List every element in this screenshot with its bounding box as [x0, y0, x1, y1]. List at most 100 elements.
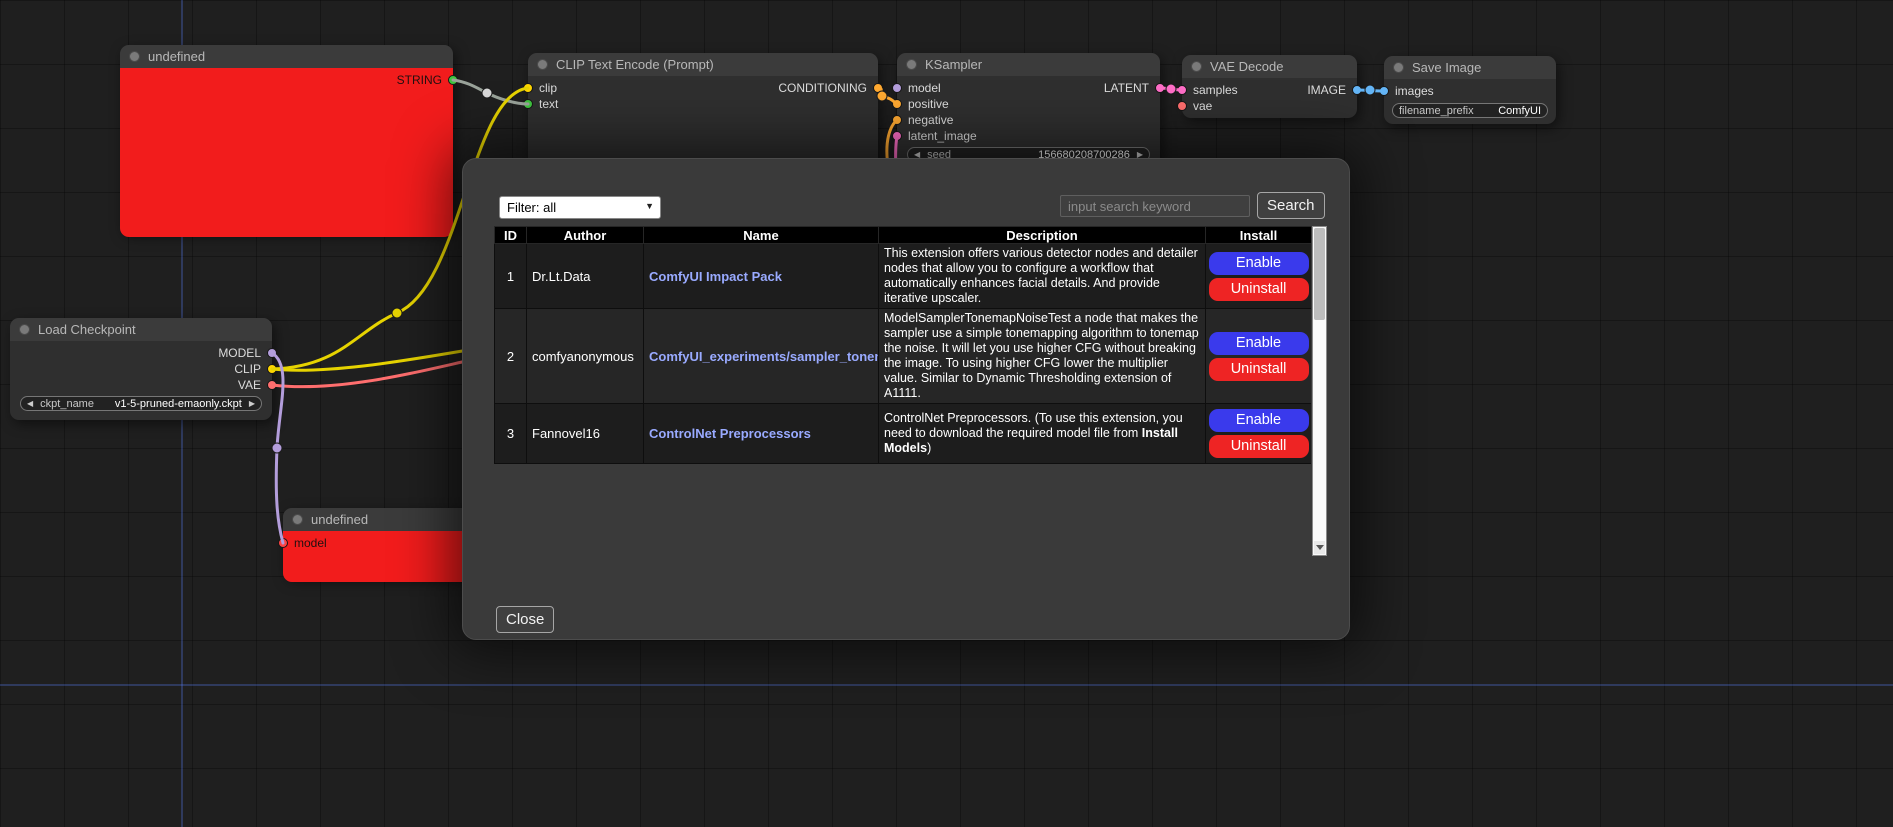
extensions-table: IDAuthorNameDescriptionInstall 1Dr.Lt.Da…	[494, 226, 1311, 556]
collapse-dot-icon[interactable]	[129, 51, 140, 62]
node-title-bar[interactable]: KSampler	[897, 53, 1160, 76]
node-title-bar[interactable]: VAE Decode	[1182, 55, 1357, 78]
node-title: KSampler	[925, 57, 982, 72]
cell-description: This extension offers various detector n…	[879, 244, 1206, 309]
collapse-dot-icon[interactable]	[19, 324, 30, 335]
cell-install: Enable Uninstall	[1206, 244, 1312, 309]
output-port-latent[interactable]	[1155, 83, 1165, 93]
enable-button[interactable]: Enable	[1209, 252, 1309, 275]
input-port-samples[interactable]	[1177, 85, 1187, 95]
widget-label: filename_prefix	[1399, 105, 1474, 117]
search-button[interactable]: Search	[1257, 192, 1325, 219]
input-port-clip[interactable]	[523, 83, 533, 93]
node-save-image[interactable]: Save Image images filename_prefix ComfyU…	[1384, 56, 1556, 124]
input-port-model[interactable]	[278, 538, 288, 548]
port-row: STRING	[120, 72, 453, 88]
port-row: negative	[897, 112, 1160, 128]
search-input[interactable]	[1060, 195, 1250, 217]
filter-select[interactable]: Filter: all	[499, 196, 661, 219]
filter-select-wrap: Filter: all ▼	[499, 196, 661, 219]
description-text: ControlNet Preprocessors. (To use this e…	[884, 411, 1183, 440]
description-text: )	[927, 441, 931, 455]
output-port-string[interactable]	[448, 75, 458, 85]
column-header-install: Install	[1206, 227, 1312, 244]
collapse-dot-icon[interactable]	[906, 59, 917, 70]
output-port-label: VAE	[238, 378, 261, 392]
graph-canvas[interactable]: undefined STRING CLIP Text Encode (Promp…	[0, 0, 1893, 827]
wire-reroute-dot[interactable]	[1166, 84, 1176, 94]
close-button[interactable]: Close	[496, 606, 554, 633]
uninstall-button[interactable]: Uninstall	[1209, 278, 1309, 301]
node-title: VAE Decode	[1210, 59, 1283, 74]
table-scrollbar[interactable]	[1312, 226, 1327, 556]
input-port-label: latent_image	[908, 129, 977, 143]
node-title-bar[interactable]: CLIP Text Encode (Prompt)	[528, 53, 878, 76]
enable-button[interactable]: Enable	[1209, 332, 1309, 355]
extension-link[interactable]: ComfyUI_experiments/sampler_tonemap	[649, 349, 879, 364]
output-port-label: MODEL	[218, 346, 261, 360]
increment-arrow-icon[interactable]: ▶	[249, 399, 255, 408]
widget-value: v1-5-pruned-emaonly.ckpt	[115, 398, 242, 410]
cell-name: ControlNet Preprocessors	[644, 404, 879, 464]
output-port-conditioning[interactable]	[873, 83, 883, 93]
collapse-dot-icon[interactable]	[292, 514, 303, 525]
output-port-clip[interactable]	[267, 364, 277, 374]
port-row: vae	[1182, 98, 1357, 114]
output-port-model[interactable]	[267, 348, 277, 358]
port-row: latent_image	[897, 128, 1160, 144]
extension-link[interactable]: ComfyUI Impact Pack	[649, 269, 782, 284]
port-row: samples IMAGE	[1182, 82, 1357, 98]
decrement-arrow-icon[interactable]: ◀	[27, 399, 33, 408]
input-port-label: images	[1395, 84, 1434, 98]
input-port-positive[interactable]	[892, 99, 902, 109]
cell-author: comfyanonymous	[527, 309, 644, 404]
description-text: This extension offers various detector n…	[884, 246, 1198, 305]
input-port-vae[interactable]	[1177, 101, 1187, 111]
cell-name: ComfyUI Impact Pack	[644, 244, 879, 309]
node-body: samples IMAGE vae	[1182, 78, 1357, 118]
cell-id: 2	[495, 309, 527, 404]
node-undefined-top[interactable]: undefined STRING	[120, 45, 453, 233]
cell-install: Enable Uninstall	[1206, 309, 1312, 404]
wire-reroute-dot[interactable]	[482, 88, 492, 98]
cell-install: Enable Uninstall	[1206, 404, 1312, 464]
input-port-latent-image[interactable]	[892, 131, 902, 141]
port-row: text	[528, 96, 878, 112]
uninstall-button[interactable]: Uninstall	[1209, 435, 1309, 458]
port-row: VAE	[10, 377, 272, 393]
input-port-images[interactable]	[1379, 86, 1389, 96]
input-port-text[interactable]	[523, 99, 533, 109]
filename-prefix-widget[interactable]: filename_prefix ComfyUI	[1392, 103, 1548, 118]
node-title: CLIP Text Encode (Prompt)	[556, 57, 714, 72]
node-load-checkpoint[interactable]: Load Checkpoint MODEL CLIP VAE ◀ ckpt_na…	[10, 318, 272, 420]
wire-reroute-dot[interactable]	[1365, 85, 1375, 95]
port-row: images	[1384, 83, 1556, 99]
scrollbar-thumb[interactable]	[1314, 228, 1325, 320]
cell-name: ComfyUI_experiments/sampler_tonemap	[644, 309, 879, 404]
ckpt-name-widget[interactable]: ◀ ckpt_name v1-5-pruned-emaonly.ckpt ▶	[20, 396, 262, 411]
node-title: undefined	[311, 512, 368, 527]
scrollbar-down-arrow-icon[interactable]	[1314, 541, 1325, 554]
node-vae-decode[interactable]: VAE Decode samples IMAGE vae	[1182, 55, 1357, 118]
port-row: model LATENT	[897, 80, 1160, 96]
output-port-label: CLIP	[234, 362, 261, 376]
output-port-vae[interactable]	[267, 380, 277, 390]
collapse-dot-icon[interactable]	[537, 59, 548, 70]
enable-button[interactable]: Enable	[1209, 409, 1309, 432]
collapse-dot-icon[interactable]	[1393, 62, 1404, 73]
node-title-bar[interactable]: Load Checkpoint	[10, 318, 272, 341]
collapse-dot-icon[interactable]	[1191, 61, 1202, 72]
wire-reroute-dot[interactable]	[392, 308, 402, 318]
input-port-model[interactable]	[892, 83, 902, 93]
node-title-bar[interactable]: Save Image	[1384, 56, 1556, 79]
uninstall-button[interactable]: Uninstall	[1209, 358, 1309, 381]
node-title-bar[interactable]: undefined	[120, 45, 453, 68]
wire-reroute-dot[interactable]	[272, 443, 282, 453]
extension-link[interactable]: ControlNet Preprocessors	[649, 426, 811, 441]
input-port-label: model	[294, 536, 327, 550]
output-port-image[interactable]	[1352, 85, 1362, 95]
output-port-label: LATENT	[1104, 81, 1149, 95]
extension-row: 1Dr.Lt.DataComfyUI Impact PackThis exten…	[495, 244, 1312, 309]
output-port-label: STRING	[397, 73, 442, 87]
input-port-negative[interactable]	[892, 115, 902, 125]
